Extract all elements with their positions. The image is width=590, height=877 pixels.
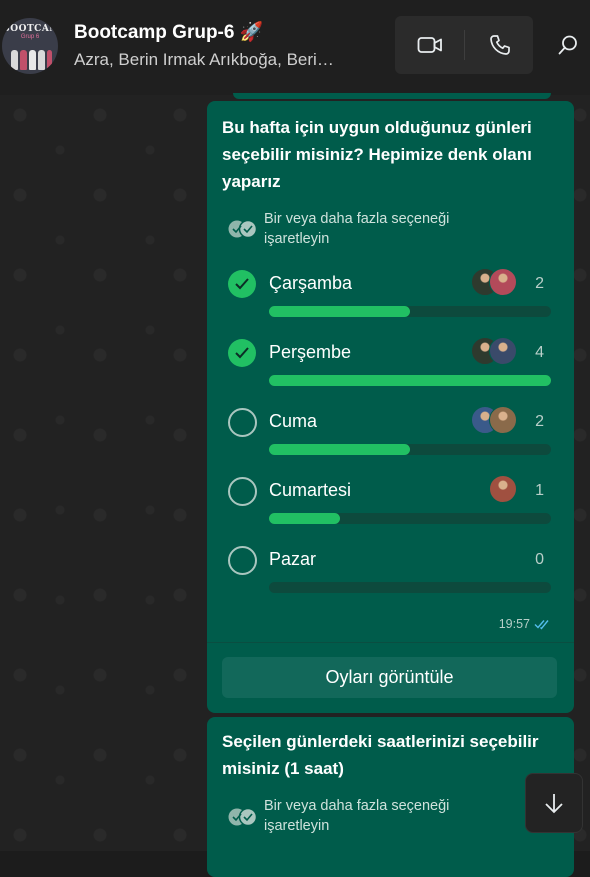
avatar-figure: [29, 50, 36, 70]
poll-option-label: Cumartesi: [269, 480, 352, 500]
avatar-logo-subtext: Grup 6: [20, 34, 40, 40]
poll-question: Seçilen günlerdeki saatlerinizi seçebili…: [222, 732, 539, 778]
voice-call-button[interactable]: [465, 16, 534, 74]
divider: [207, 642, 574, 643]
poll-option-label: Cuma: [269, 411, 318, 431]
vote-bar-track: [269, 375, 551, 386]
poll-message: Seçilen günlerdeki saatlerinizi seçebili…: [207, 717, 574, 877]
group-avatar[interactable]: BOOTCAMP Grup 6: [2, 18, 58, 74]
vote-bar-track: [269, 306, 551, 317]
voter-avatar: [489, 337, 517, 365]
phone-icon: [489, 35, 510, 55]
poll-option[interactable]: Perşembe 4: [207, 337, 574, 397]
vote-bar-fill: [269, 306, 410, 317]
vote-bar-track: [269, 513, 551, 524]
arrow-down-icon: [545, 794, 563, 814]
vote-count: 2: [535, 275, 544, 292]
read-receipt-icon: [534, 620, 549, 630]
chat-header: BOOTCAMP Grup 6 Bootcamp Grup-6 🚀 Azra, …: [0, 0, 590, 96]
poll-option-label: Çarşamba: [269, 273, 353, 293]
message-meta: 19:57: [499, 617, 552, 631]
view-votes-button[interactable]: Oyları görüntüle: [222, 657, 557, 698]
poll-hint: Bir veya daha fazla seçeneği işaretleyin: [264, 211, 450, 247]
message-time: 19:57: [498, 617, 530, 631]
search-icon: [558, 35, 577, 55]
checkmark-icon[interactable]: [228, 339, 256, 367]
poll-option[interactable]: Cumartesi 1: [207, 475, 574, 535]
avatar-figure: [11, 50, 18, 70]
vote-bar-track: [269, 444, 551, 455]
vote-bar-fill: [269, 375, 551, 386]
poll-option[interactable]: Cuma 2: [207, 406, 574, 466]
avatar-figure: [20, 50, 27, 70]
video-call-button[interactable]: [395, 16, 464, 74]
poll-option-label: Perşembe: [269, 342, 352, 362]
double-check-icon: [228, 807, 258, 827]
poll-option[interactable]: Pazar 0: [207, 544, 574, 604]
vote-bar-fill: [269, 513, 340, 524]
group-members[interactable]: Azra, Berin Irmak Arıkboğa, Beri…: [74, 50, 374, 70]
vote-count: 0: [535, 551, 544, 568]
avatar-figure: [38, 50, 45, 70]
poll-message: Bu hafta için uygun olduğunuz günleri se…: [207, 101, 574, 713]
poll-question: Bu hafta için uygun olduğunuz günleri se…: [222, 118, 532, 191]
group-name[interactable]: Bootcamp Grup-6 🚀: [74, 20, 263, 44]
vote-bar-fill: [269, 444, 410, 455]
vote-count: 4: [535, 344, 544, 361]
previous-message-edge: [233, 93, 551, 99]
poll-hint: Bir veya daha fazla seçeneği işaretleyin: [264, 798, 450, 834]
avatar-figure: [47, 50, 52, 70]
voter-avatar: [489, 406, 517, 434]
radio-circle-icon[interactable]: [228, 408, 257, 437]
voter-avatar: [489, 268, 517, 296]
vote-count: 1: [535, 482, 544, 499]
poll-option[interactable]: Çarşamba 2: [207, 268, 574, 328]
radio-circle-icon[interactable]: [228, 477, 257, 506]
voter-avatar: [489, 475, 517, 503]
double-check-icon: [228, 219, 258, 239]
vote-count: 2: [535, 413, 544, 430]
vote-bar-track: [269, 582, 551, 593]
radio-circle-icon[interactable]: [228, 546, 257, 575]
checkmark-icon[interactable]: [228, 270, 256, 298]
search-button[interactable]: [550, 26, 586, 64]
poll-option-label: Pazar: [269, 549, 317, 569]
avatar-logo-text: BOOTCAMP: [2, 24, 58, 34]
video-camera-icon: [417, 37, 442, 53]
scroll-to-bottom-button[interactable]: [525, 773, 583, 833]
call-buttons: [395, 16, 533, 74]
